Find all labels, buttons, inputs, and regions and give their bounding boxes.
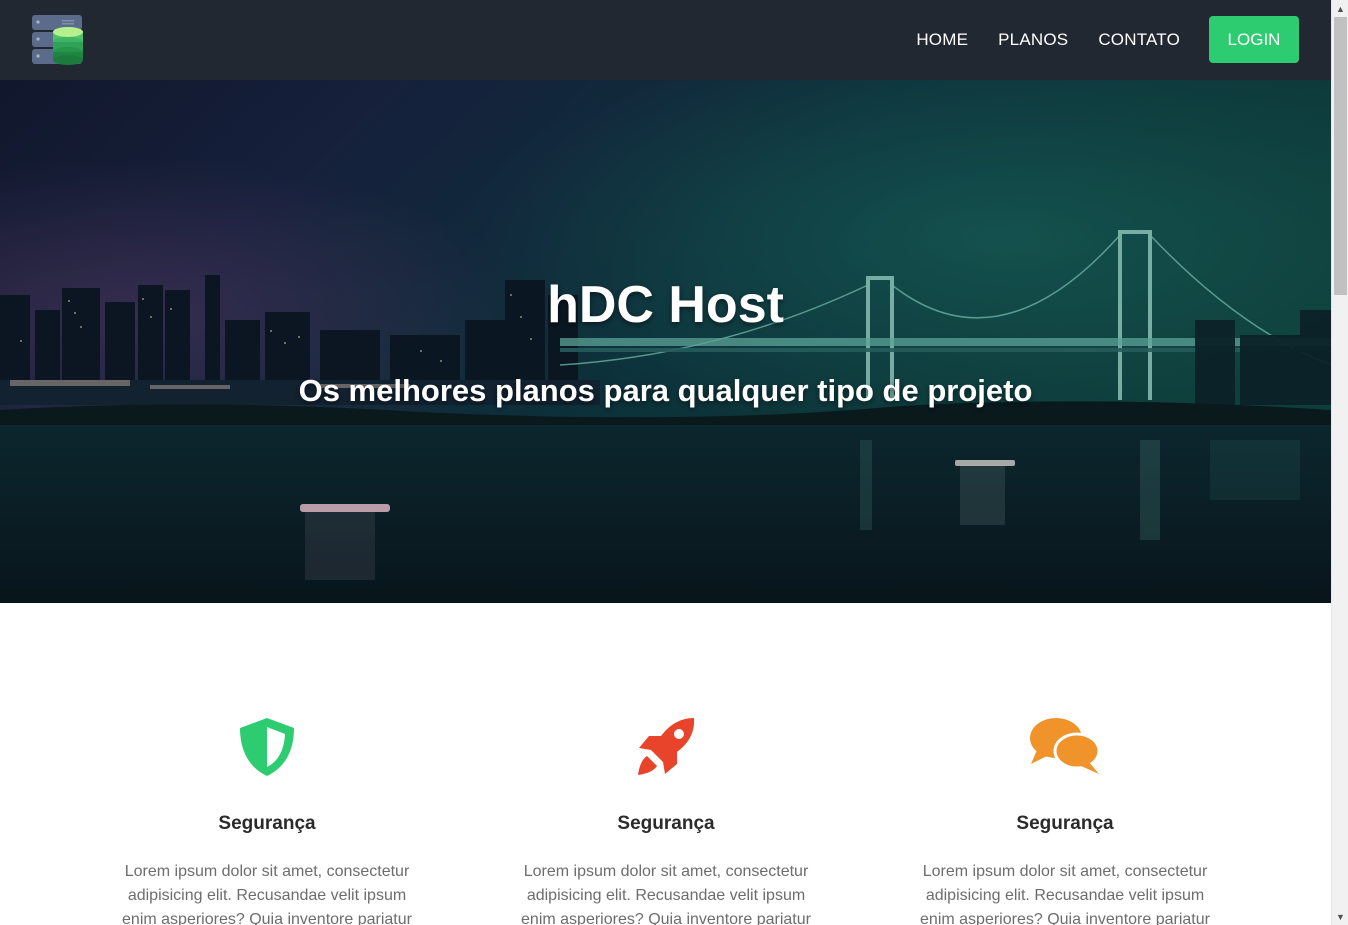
server-database-icon[interactable] [32,15,84,65]
nav-link-planos[interactable]: PLANOS [998,30,1068,50]
hero-subtitle: Os melhores planos para qualquer tipo de… [298,373,1033,408]
rocket-icon [638,718,695,775]
feature-text: Lorem ipsum dolor sit amet, consectetur … [920,863,1210,925]
login-button[interactable]: LOGIN [1209,16,1299,63]
scrollbar-thumb[interactable] [1334,17,1347,295]
feature-title: Segurança [218,813,316,834]
nav-links: HOME PLANOS CONTATO LOGIN [916,16,1299,63]
hero-background-image [0,80,1331,603]
hero-section: hDC Host Os melhores planos para qualque… [0,80,1331,603]
nav-link-contato[interactable]: CONTATO [1098,30,1180,50]
feature-title: Segurança [1016,813,1114,834]
hero-title: hDC Host [547,276,784,334]
chat-bubbles-icon [1030,718,1101,774]
feature-text: Lorem ipsum dolor sit amet, consectetur … [521,863,811,925]
nav-link-home[interactable]: HOME [916,30,968,50]
shield-icon [240,718,294,776]
features-section: Segurança Lorem ipsum dolor sit amet, co… [0,603,1331,925]
navbar: HOME PLANOS CONTATO LOGIN [0,0,1331,80]
vertical-scrollbar[interactable]: ▲ ▼ [1331,0,1348,925]
feature-title: Segurança [617,813,715,834]
scroll-down-arrow-icon[interactable]: ▼ [1332,908,1348,925]
scroll-up-arrow-icon[interactable]: ▲ [1332,0,1348,17]
feature-text: Lorem ipsum dolor sit amet, consectetur … [122,863,412,925]
page: HOME PLANOS CONTATO LOGIN hDC Host Os me… [0,0,1331,925]
